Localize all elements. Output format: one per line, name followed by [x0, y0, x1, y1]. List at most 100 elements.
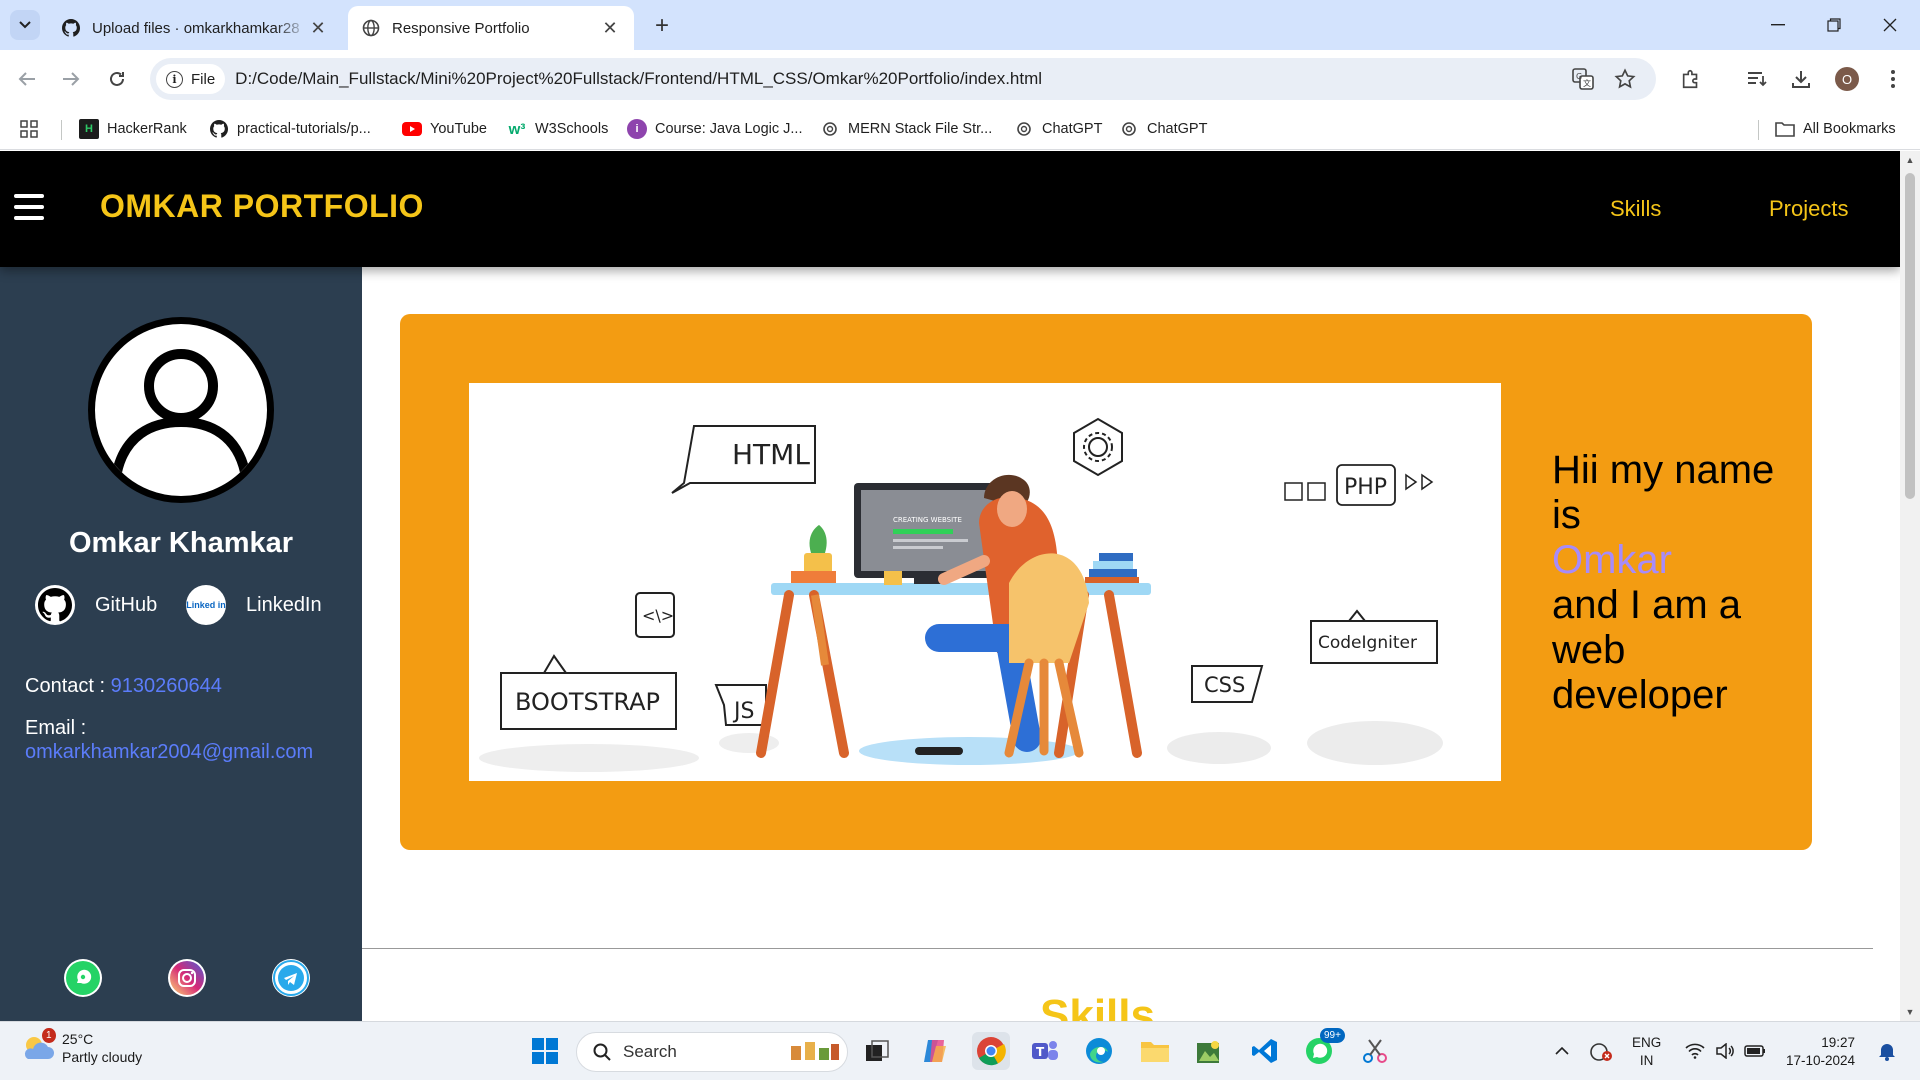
chrome-taskbar-icon[interactable] — [972, 1032, 1010, 1070]
windows-start-icon[interactable] — [526, 1032, 564, 1070]
tab-title: Upload files · omkarkhamkar28 — [92, 19, 300, 37]
tab-title: Responsive Portfolio — [392, 19, 530, 37]
bookmark-label: W3Schools — [535, 121, 609, 137]
github-icon — [62, 19, 80, 37]
info-icon: i — [166, 70, 183, 88]
site-brand[interactable]: OMKAR PORTFOLIO — [100, 188, 424, 225]
linkedin-link[interactable]: Linked in LinkedIn — [186, 585, 322, 625]
profile-avatar[interactable]: O — [1832, 64, 1862, 94]
contact-line: Contact : 9130260644 — [25, 675, 222, 698]
scroll-up-arrow-icon[interactable]: ▲ — [1905, 155, 1915, 165]
illustration-label-html: HTML — [732, 438, 810, 471]
minimize-icon[interactable] — [1750, 0, 1806, 50]
bookmark-label: practical-tutorials/p... — [237, 121, 371, 137]
task-view-icon[interactable] — [858, 1032, 896, 1070]
bookmark-w3schools[interactable]: w³ W3Schools — [507, 116, 609, 142]
svg-text:G: G — [1576, 72, 1582, 81]
url-text[interactable]: D:/Code/Main_Fullstack/Mini%20Project%20… — [235, 69, 1042, 89]
snipping-tool-icon[interactable] — [1356, 1032, 1394, 1070]
hero-intro-text: Hii my name is Omkar and I am a web deve… — [1552, 448, 1792, 718]
scroll-down-arrow-icon[interactable]: ▼ — [1905, 1007, 1915, 1017]
weather-desc: Partly cloudy — [62, 1049, 143, 1065]
bookmark-chatgpt-1[interactable]: ChatGPT — [1014, 116, 1102, 142]
translate-icon[interactable]: G文 — [1570, 66, 1596, 92]
bookmark-label: ChatGPT — [1147, 121, 1208, 137]
download-icon[interactable] — [1786, 64, 1816, 94]
bookmark-star-icon[interactable] — [1612, 66, 1638, 92]
section-divider — [362, 948, 1873, 949]
reload-icon[interactable] — [102, 64, 132, 94]
extensions-icon[interactable] — [1676, 64, 1706, 94]
apps-grid-icon[interactable] — [20, 116, 38, 142]
new-tab-button[interactable]: + — [648, 12, 676, 40]
app-icon-green[interactable] — [1190, 1032, 1228, 1070]
whatsapp-icon[interactable] — [64, 959, 102, 997]
web-developer-illustration: HTML PHP <\> BOOTSTRAP JS CSS CodeIgnite… — [479, 417, 1443, 772]
more-menu-icon[interactable] — [1878, 64, 1908, 94]
forward-arrow-icon[interactable] — [56, 64, 86, 94]
close-window-icon[interactable] — [1862, 0, 1918, 50]
tab-upload-files[interactable]: Upload files · omkarkhamkar28 ✕ — [48, 6, 342, 50]
edge-icon[interactable] — [1080, 1032, 1118, 1070]
language-top: ENG — [1632, 1035, 1662, 1050]
hero-banner: HTML PHP <\> BOOTSTRAP JS CSS CodeIgnite… — [400, 314, 1812, 850]
bookmark-mern-stack[interactable]: MERN Stack File Str... — [820, 116, 992, 142]
search-placeholder: Search — [623, 1042, 677, 1061]
page-viewport: OMKAR PORTFOLIO Skills Projects Omkar Kh… — [0, 151, 1900, 1021]
whatsapp-taskbar-icon[interactable]: 99+ — [1300, 1028, 1345, 1070]
bookmark-label: MERN Stack File Str... — [848, 121, 993, 137]
page-scrollbar[interactable]: ▲ ▼ — [1900, 151, 1920, 1021]
close-icon[interactable]: ✕ — [600, 18, 620, 38]
taskbar-search[interactable]: Search — [576, 1032, 848, 1072]
bookmark-youtube[interactable]: YouTube — [402, 116, 487, 142]
bookmark-java-course[interactable]: i Course: Java Logic J... — [627, 116, 803, 142]
illustration-label-js: JS — [732, 699, 754, 724]
telegram-icon[interactable] — [272, 959, 310, 997]
reading-list-icon[interactable] — [1742, 64, 1772, 94]
search-highlight-icon — [791, 1042, 839, 1060]
openai-icon — [1014, 119, 1034, 139]
nav-link-projects[interactable]: Projects — [1769, 196, 1848, 222]
folder-icon — [1775, 119, 1795, 139]
bookmark-chatgpt-2[interactable]: ChatGPT — [1119, 116, 1207, 142]
weather-widget[interactable]: 1 25°C Partly cloudy — [20, 1028, 143, 1066]
browser-tab-bar: Upload files · omkarkhamkar28 ✕ Responsi… — [0, 0, 1920, 50]
bookmark-label: ChatGPT — [1042, 121, 1103, 137]
search-icon — [593, 1043, 611, 1061]
bookmark-hackerrank[interactable]: H HackerRank — [79, 116, 187, 142]
site-info-chip[interactable]: i File — [156, 64, 226, 94]
nav-link-skills[interactable]: Skills — [1610, 196, 1661, 222]
restore-icon[interactable] — [1806, 0, 1862, 50]
bookmark-label: Course: Java Logic J... — [655, 121, 803, 137]
openai-icon — [1119, 119, 1139, 139]
chevron-up-icon[interactable] — [1543, 1032, 1581, 1070]
copilot-icon[interactable] — [916, 1032, 954, 1070]
contact-phone-link[interactable]: 9130260644 — [111, 675, 222, 697]
bookmarks-bar: H HackerRank practical-tutorials/p... Yo… — [0, 108, 1920, 150]
notification-bell-icon[interactable] — [1868, 1032, 1906, 1070]
instagram-icon[interactable] — [168, 959, 206, 997]
close-icon[interactable]: ✕ — [308, 18, 328, 38]
network-status-icon[interactable] — [1582, 1032, 1620, 1070]
all-bookmarks-button[interactable]: All Bookmarks — [1775, 116, 1896, 142]
language-indicator[interactable]: ENG IN — [1632, 1034, 1661, 1070]
whatsapp-badge: 99+ — [1320, 1028, 1345, 1043]
clock[interactable]: 19:27 17-10-2024 — [1786, 1034, 1855, 1070]
profile-sidebar: Omkar Khamkar GitHub Linked in LinkedIn … — [0, 267, 362, 1021]
tab-responsive-portfolio[interactable]: Responsive Portfolio ✕ — [348, 6, 634, 50]
github-link[interactable]: GitHub — [35, 585, 157, 625]
file-explorer-icon[interactable] — [1136, 1032, 1174, 1070]
vscode-icon[interactable] — [1246, 1032, 1284, 1070]
back-arrow-icon[interactable] — [12, 64, 42, 94]
contact-label: Contact : — [25, 675, 111, 697]
email-link[interactable]: omkarkhamkar2004@gmail.com — [25, 741, 313, 764]
hamburger-menu-icon[interactable] — [14, 194, 44, 220]
tab-search-button[interactable] — [10, 10, 40, 40]
scrollbar-thumb[interactable] — [1905, 173, 1915, 499]
skills-section-heading: Skills — [1040, 991, 1155, 1021]
profile-name: Omkar Khamkar — [68, 527, 294, 559]
address-bar[interactable]: i File D:/Code/Main_Fullstack/Mini%20Pro… — [150, 58, 1656, 100]
teams-icon[interactable]: T — [1026, 1032, 1064, 1070]
bookmark-practical-tutorials[interactable]: practical-tutorials/p... — [209, 116, 371, 142]
battery-icon[interactable] — [1736, 1032, 1774, 1070]
